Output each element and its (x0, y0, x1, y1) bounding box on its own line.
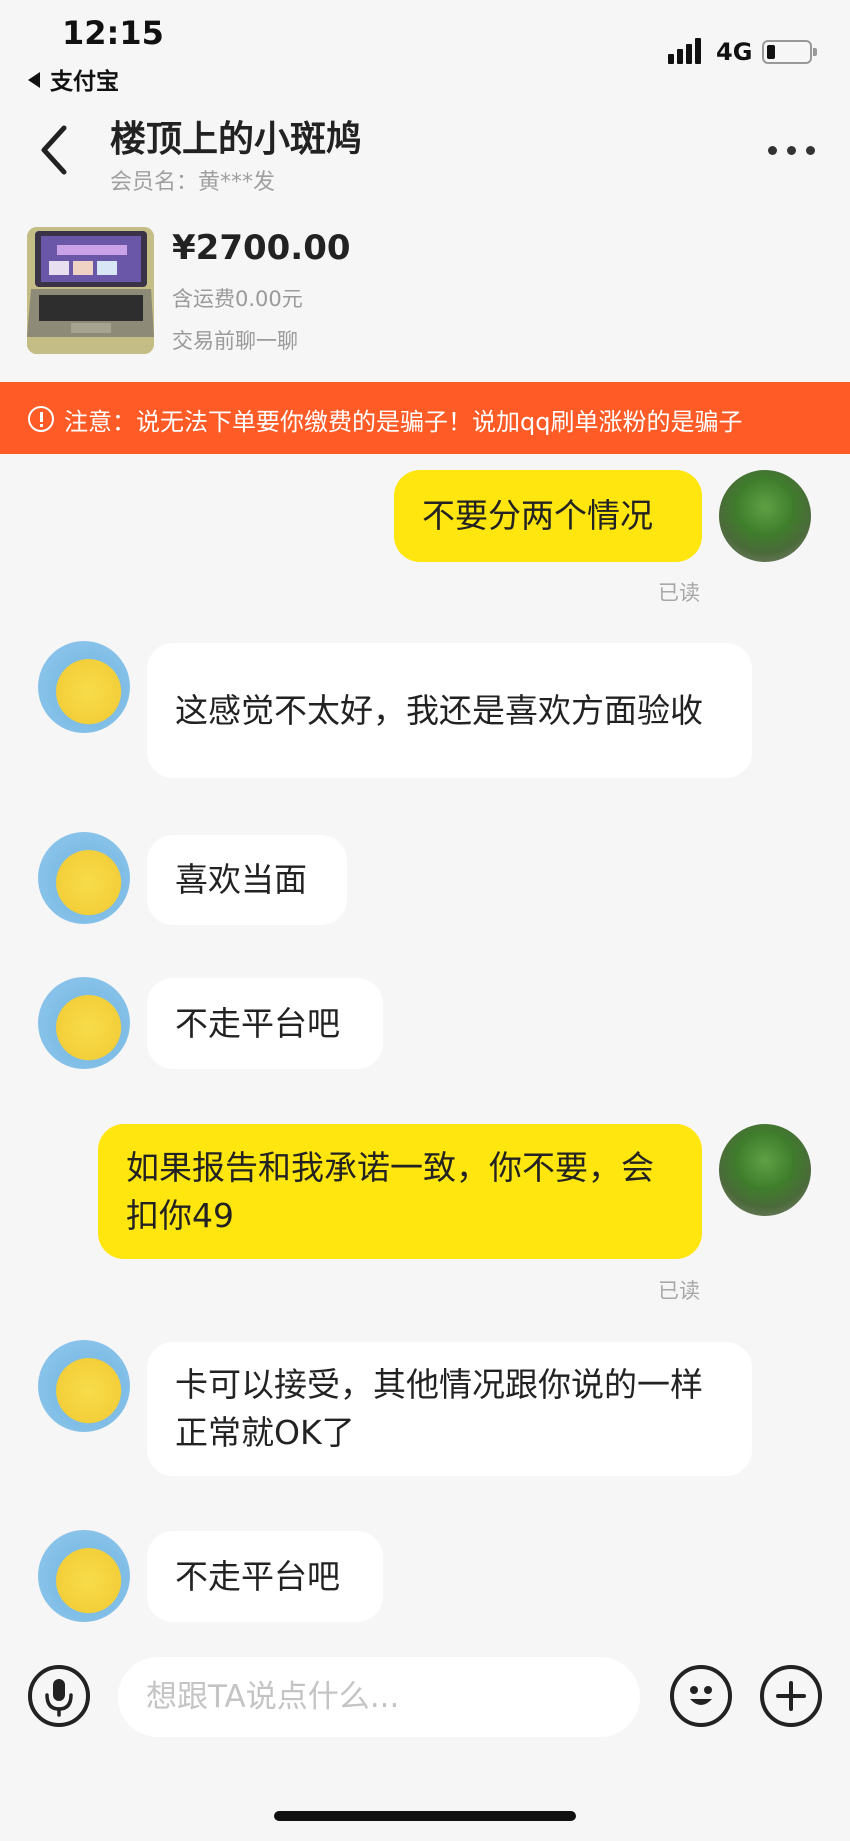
chevron-left-icon (41, 125, 67, 175)
member-name: 会员名：黄***发 (110, 170, 276, 195)
network-type: 4G (716, 38, 753, 66)
read-receipt: 已读 (658, 1279, 700, 1303)
exclamation-circle-icon (28, 406, 54, 432)
my-avatar[interactable] (719, 1124, 811, 1216)
more-dots-icon (768, 146, 777, 155)
more-button[interactable] (764, 138, 820, 162)
product-shipping: 含运费0.00元 (172, 287, 303, 311)
back-button[interactable] (36, 122, 76, 178)
page-title: 楼顶上的小斑鸠 (110, 119, 363, 160)
plus-icon (776, 1681, 806, 1711)
back-to-app-link[interactable]: 支付宝 (28, 62, 119, 96)
my-avatar[interactable] (719, 470, 811, 562)
product-image[interactable] (27, 227, 154, 354)
message-bubble-sent[interactable]: 不要分两个情况 (394, 470, 702, 562)
contact-avatar[interactable] (38, 641, 130, 733)
plus-button[interactable] (760, 1665, 822, 1727)
message-bubble-sent[interactable]: 如果报告和我承诺一致，你不要，会扣你49 (98, 1124, 702, 1259)
back-app-label: 支付宝 (50, 69, 119, 95)
product-hint: 交易前聊一聊 (172, 329, 298, 353)
product-price: ¥2700.00 (172, 228, 351, 268)
message-bubble-received[interactable]: 不走平台吧 (147, 978, 383, 1069)
message-text: 不走平台吧 (175, 1003, 340, 1043)
message-text: 喜欢当面 (175, 860, 307, 899)
home-indicator[interactable] (274, 1811, 576, 1821)
smiley-icon (690, 1686, 712, 1705)
contact-avatar[interactable] (38, 1530, 130, 1622)
message-bubble-received[interactable]: 卡可以接受，其他情况跟你说的一样正常就OK了 (147, 1342, 752, 1476)
read-receipt: 已读 (658, 581, 700, 605)
contact-avatar[interactable] (38, 832, 130, 924)
message-input[interactable]: 想跟TA说点什么... (118, 1657, 640, 1737)
battery-icon (762, 40, 817, 64)
back-triangle-icon (28, 72, 40, 88)
microphone-icon (45, 1679, 73, 1717)
status-time: 12:15 (62, 14, 164, 52)
message-text: 不走平台吧 (175, 1556, 340, 1596)
message-text: 这感觉不太好，我还是喜欢方面验收 (175, 690, 703, 730)
message-bubble-received[interactable]: 这感觉不太好，我还是喜欢方面验收 (147, 643, 752, 778)
message-text: 如果报告和我承诺一致，你不要，会扣你49 (126, 1147, 654, 1235)
message-text: 卡可以接受，其他情况跟你说的一样正常就OK了 (175, 1365, 703, 1452)
laptop-image (27, 227, 154, 354)
warning-bar: 注意：说无法下单要你缴费的是骗子！说加qq刷单涨粉的是骗子 (0, 382, 850, 454)
emoji-button[interactable] (670, 1665, 732, 1727)
signal-icon (668, 38, 704, 64)
contact-avatar[interactable] (38, 1340, 130, 1432)
contact-avatar[interactable] (38, 977, 130, 1069)
message-bubble-received[interactable]: 喜欢当面 (147, 835, 347, 925)
message-bubble-received[interactable]: 不走平台吧 (147, 1531, 383, 1622)
warning-text: 注意：说无法下单要你缴费的是骗子！说加qq刷单涨粉的是骗子 (64, 408, 743, 436)
voice-button[interactable] (28, 1665, 90, 1727)
status-bar: 12:15 支付宝 4G (0, 0, 850, 100)
message-text: 不要分两个情况 (422, 496, 653, 535)
